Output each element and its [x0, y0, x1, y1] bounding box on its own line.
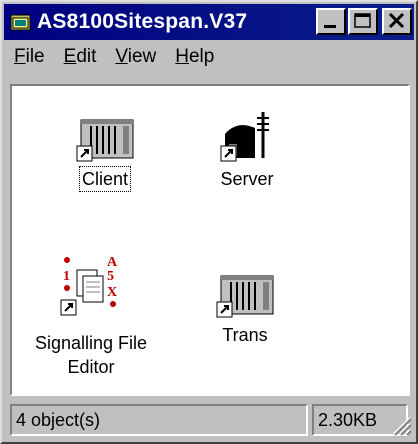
- folder-icon[interactable]: [10, 12, 32, 32]
- svg-text:1: 1: [63, 269, 70, 284]
- signalling-label-line2: Editor: [67, 357, 115, 377]
- explorer-window: AS8100Sitespan.V37 File Edit View Help C…: [0, 0, 418, 444]
- maximize-icon: [354, 13, 371, 28]
- server-building-shortcut-icon: [220, 112, 269, 162]
- svg-text:5: 5: [107, 269, 114, 284]
- signalling-file-editor-shortcut[interactable]: 1 A 5 X Signalling File Editor: [16, 255, 166, 379]
- server-label: Server: [220, 169, 274, 189]
- minimize-icon: [324, 25, 336, 28]
- status-objects: 4 object(s): [10, 404, 308, 436]
- svg-text:A: A: [107, 256, 118, 270]
- menu-help[interactable]: Help: [165, 46, 223, 68]
- signalling-label-line1: Signalling File: [34, 333, 148, 353]
- svg-text:X: X: [107, 285, 117, 300]
- close-button[interactable]: [382, 8, 412, 35]
- title-bar[interactable]: AS8100Sitespan.V37: [4, 4, 414, 40]
- menu-file[interactable]: File: [4, 46, 54, 68]
- minimize-button[interactable]: [316, 8, 346, 35]
- rack-shortcut-icon: [216, 275, 274, 318]
- signalling-file-editor-icon: 1 A 5 X: [60, 255, 118, 316]
- trans-shortcut[interactable]: Trans: [200, 272, 290, 347]
- menu-bar: File Edit View Help: [4, 42, 414, 72]
- close-icon: [388, 12, 405, 29]
- menu-edit[interactable]: Edit: [54, 46, 106, 68]
- file-list-view[interactable]: Client Server 1 A 5 X Signalling File Ed…: [10, 84, 410, 396]
- menu-view[interactable]: View: [105, 46, 165, 68]
- status-bar: 4 object(s) 2.30KB: [10, 402, 412, 438]
- maximize-button[interactable]: [348, 8, 378, 35]
- trans-label: Trans: [222, 325, 268, 345]
- window-title: AS8100Sitespan.V37: [37, 10, 248, 33]
- server-shortcut[interactable]: Server: [202, 108, 292, 191]
- client-shortcut[interactable]: Client: [60, 116, 150, 192]
- client-label: Client: [78, 166, 132, 192]
- resize-grip-icon[interactable]: [390, 414, 412, 436]
- rack-shortcut-icon: [76, 119, 134, 162]
